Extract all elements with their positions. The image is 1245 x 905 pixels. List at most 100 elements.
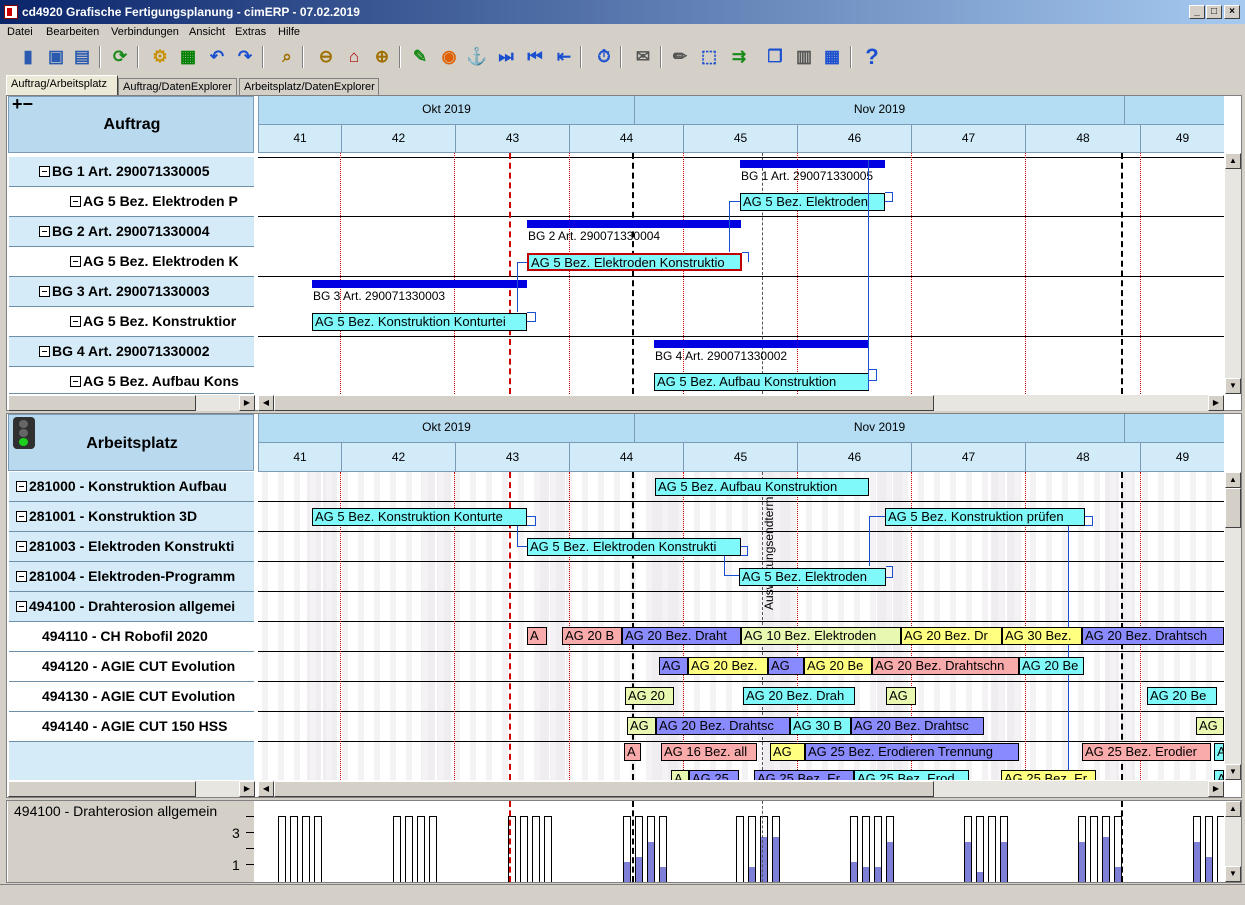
scroll-down-icon[interactable]: ▼ bbox=[1225, 866, 1241, 882]
wp-bar[interactable]: A bbox=[527, 627, 547, 645]
order-row-bg3[interactable]: BG 3 Art. 290071330003 bbox=[9, 277, 254, 307]
refresh-icon[interactable]: ⟳ bbox=[108, 45, 132, 69]
exit-icon[interactable]: ▮ bbox=[16, 45, 40, 69]
wp-bar[interactable]: AG bbox=[768, 657, 804, 675]
search-icon[interactable]: ⌕ bbox=[275, 45, 299, 69]
zoom-out-icon[interactable]: ⊖ bbox=[314, 45, 338, 69]
wp-bar[interactable]: AG 20 Bez. Drahtsc bbox=[656, 717, 790, 735]
ag2-bar[interactable]: AG 5 Bez. Elektroden Konstruktio bbox=[527, 253, 742, 271]
bg1-bar[interactable] bbox=[740, 160, 885, 168]
maximize-button[interactable]: □ bbox=[1206, 5, 1222, 19]
scroll-up-icon[interactable]: ▲ bbox=[1225, 153, 1241, 169]
record-icon[interactable]: ◉ bbox=[437, 45, 461, 69]
scroll-up-icon[interactable]: ▲ bbox=[1225, 472, 1241, 488]
wp-row-281003[interactable]: 281003 - Elektroden Konstrukti bbox=[9, 532, 254, 562]
wp-bar[interactable]: AG 5 Bez. Konstruktion prüfen bbox=[885, 508, 1085, 526]
first-icon[interactable]: ⏮ bbox=[523, 45, 547, 69]
collapse-icon[interactable] bbox=[70, 196, 81, 207]
wp-bar[interactable]: AG 30 Bez. bbox=[1002, 627, 1082, 645]
scroll-left-icon[interactable]: ◀ bbox=[258, 781, 274, 797]
menu-verbindungen[interactable]: Verbindungen bbox=[111, 26, 179, 38]
undo-icon[interactable]: ↶ bbox=[205, 45, 229, 69]
wp-bar[interactable]: AG 20 Bez. Drahtsch bbox=[1082, 627, 1224, 645]
stopwatch-icon[interactable]: ⏱ bbox=[592, 45, 616, 69]
wp-bar[interactable]: AG 25 bbox=[689, 770, 739, 780]
order-row-bg1[interactable]: BG 1 Art. 290071330005 bbox=[9, 157, 254, 187]
wp-bar[interactable]: AG 25 Bez. Er bbox=[1001, 770, 1096, 780]
menu-extras[interactable]: Extras bbox=[235, 26, 266, 38]
wp-bar[interactable]: A bbox=[671, 770, 689, 780]
wp-row-281004[interactable]: 281004 - Elektroden-Programm bbox=[9, 562, 254, 592]
wp-bar[interactable]: AG 20 bbox=[625, 687, 674, 705]
collapse-icon[interactable] bbox=[70, 316, 81, 327]
order-row-ag3[interactable]: AG 5 Bez. Konstruktior bbox=[9, 307, 254, 337]
collapse-icon[interactable] bbox=[39, 226, 50, 237]
wp-bar[interactable]: AG bbox=[627, 717, 656, 735]
scroll-right-icon[interactable]: ▶ bbox=[1208, 781, 1224, 797]
wp-bar[interactable]: A bbox=[624, 743, 641, 761]
wp-bar[interactable]: AG 20 Be bbox=[804, 657, 872, 675]
wand-icon[interactable]: ✎ bbox=[408, 45, 432, 69]
scroll-up-icon[interactable]: ▲ bbox=[1225, 801, 1241, 817]
wp-bar[interactable]: AG bbox=[1196, 717, 1224, 735]
bg4-bar[interactable] bbox=[654, 340, 868, 348]
wp-bar[interactable]: AG bbox=[659, 657, 688, 675]
order-row-bg4[interactable]: BG 4 Art. 290071330002 bbox=[9, 337, 254, 367]
collapse-icon[interactable] bbox=[16, 511, 27, 522]
ag3-bar[interactable]: AG 5 Bez. Konstruktion Konturtei bbox=[312, 313, 527, 331]
wp-bar[interactable]: AG 25 Bez. Erodier bbox=[1082, 743, 1211, 761]
wp-bar[interactable]: A bbox=[1214, 743, 1224, 761]
mail-icon[interactable]: ✉ bbox=[631, 45, 655, 69]
tab-auftrag-arbeitsplatz[interactable]: Auftrag/Arbeitsplatz bbox=[6, 75, 118, 96]
save-icon[interactable]: ▤ bbox=[70, 45, 94, 69]
wp-bar[interactable]: AG 20 Bez. bbox=[688, 657, 768, 675]
wp-bar[interactable]: AG bbox=[886, 687, 916, 705]
bg2-bar[interactable] bbox=[527, 220, 741, 228]
collapse-icon[interactable] bbox=[16, 481, 27, 492]
ag1-bar[interactable]: AG 5 Bez. Elektroden bbox=[740, 193, 885, 211]
bg3-bar[interactable] bbox=[312, 280, 527, 288]
wp-bar[interactable]: AG 10 Bez. Elektroden bbox=[741, 627, 901, 645]
tab-auftrag-datenexplorer[interactable]: Auftrag/DatenExplorer bbox=[118, 78, 237, 96]
save-check-icon[interactable]: ▣ bbox=[44, 45, 68, 69]
grid-icon[interactable]: ▦ bbox=[820, 45, 844, 69]
wp-bar[interactable]: AG 5 Bez. Aufbau Konstruktion bbox=[655, 478, 869, 496]
menu-bearbeiten[interactable]: Bearbeiten bbox=[46, 26, 99, 38]
collapse-icon[interactable] bbox=[70, 256, 81, 267]
tab-arbeitsplatz-datenexplorer[interactable]: Arbeitsplatz/DatenExplorer bbox=[239, 78, 379, 96]
ag4-bar[interactable]: AG 5 Bez. Aufbau Konstruktion bbox=[654, 373, 869, 391]
wp-row-281001[interactable]: 281001 - Konstruktion 3D bbox=[9, 502, 254, 532]
redo-icon[interactable]: ↷ bbox=[233, 45, 257, 69]
wp-bar[interactable]: AG 20 Bez. Drahtsc bbox=[851, 717, 984, 735]
menu-hilfe[interactable]: Hilfe bbox=[278, 26, 300, 38]
help-icon[interactable]: ? bbox=[860, 44, 884, 69]
goto-icon[interactable]: ⇤ bbox=[552, 45, 576, 69]
collapse-icon[interactable] bbox=[16, 601, 27, 612]
wp-row-494120[interactable]: 494120 - AGIE CUT Evolution bbox=[9, 652, 254, 682]
plug-icon[interactable]: ⚙ bbox=[148, 45, 172, 69]
scroll-down-icon[interactable]: ▼ bbox=[1225, 378, 1241, 394]
wp-bar[interactable]: AG 16 Bez. all bbox=[661, 743, 757, 761]
transfer-icon[interactable]: ⇉ bbox=[727, 45, 751, 69]
scroll-right-icon[interactable]: ▶ bbox=[1208, 395, 1224, 411]
minimize-button[interactable]: _ bbox=[1189, 5, 1205, 19]
collapse-icon[interactable] bbox=[16, 571, 27, 582]
wp-bar[interactable]: AG 30 B bbox=[790, 717, 851, 735]
wp-row-494110[interactable]: 494110 - CH Robofil 2020 bbox=[9, 622, 254, 652]
wp-bar[interactable]: AG 20 B bbox=[562, 627, 622, 645]
anchor-icon[interactable]: ⚓ bbox=[465, 45, 489, 69]
list-icon[interactable]: ▦ bbox=[176, 45, 200, 69]
next-icon[interactable]: ⏭ bbox=[494, 45, 518, 69]
collapse-icon[interactable] bbox=[39, 286, 50, 297]
scroll-down-icon[interactable]: ▼ bbox=[1225, 764, 1241, 780]
zoom-in-icon[interactable]: ⊕ bbox=[370, 45, 394, 69]
wp-row-281000[interactable]: 281000 - Konstruktion Aufbau bbox=[9, 472, 254, 502]
wp-bar[interactable]: AG 20 Bez. Draht bbox=[622, 627, 741, 645]
menu-datei[interactable]: Datei bbox=[7, 26, 33, 38]
wp-bar[interactable]: AG 5 Bez. Konstruktion Konturte bbox=[312, 508, 527, 526]
wp-bar[interactable]: AG 25 Bez. Er bbox=[754, 770, 854, 780]
wp-bar[interactable]: AG bbox=[770, 743, 805, 761]
expand-collapse-icon[interactable]: +− bbox=[12, 95, 33, 113]
windows-icon[interactable]: ❐ bbox=[763, 45, 787, 69]
zoom-reset-icon[interactable]: ⌂ bbox=[342, 45, 366, 69]
